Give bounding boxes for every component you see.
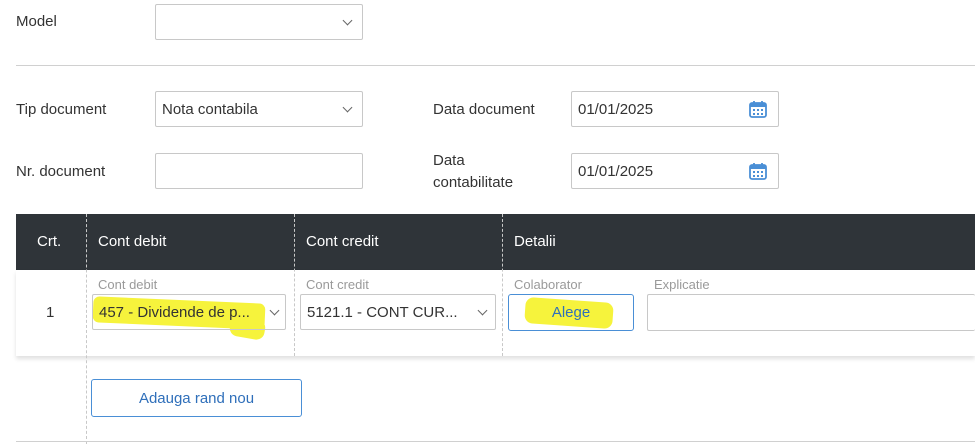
alege-button[interactable]: Alege bbox=[508, 294, 634, 331]
data-document-label: Data document bbox=[433, 101, 535, 118]
column-divider bbox=[294, 214, 295, 356]
column-divider bbox=[502, 214, 503, 356]
explicatie-input[interactable] bbox=[647, 294, 975, 331]
model-select[interactable] bbox=[155, 4, 363, 40]
row-crt: 1 bbox=[46, 304, 55, 321]
colaborator-caption: Colaborator bbox=[514, 277, 582, 292]
chevron-down-icon bbox=[342, 102, 353, 113]
data-document-field[interactable]: 01/01/2025 bbox=[571, 91, 779, 127]
tip-document-select[interactable]: Nota contabila bbox=[155, 91, 363, 127]
cont-credit-value: 5121.1 - CONT CUR... bbox=[307, 304, 458, 321]
data-contabilitate-label-line1: Data bbox=[433, 152, 465, 169]
add-row-button-label: Adauga rand nou bbox=[138, 390, 255, 407]
explicatie-caption: Explicatie bbox=[654, 277, 710, 292]
header-cont-credit: Cont credit bbox=[306, 233, 379, 250]
header-cont-debit: Cont debit bbox=[98, 233, 167, 250]
cont-credit-caption: Cont credit bbox=[306, 277, 369, 292]
data-document-value: 01/01/2025 bbox=[578, 101, 654, 118]
cont-debit-caption: Cont debit bbox=[98, 277, 158, 292]
data-contabilitate-value: 01/01/2025 bbox=[578, 163, 654, 180]
chevron-down-icon bbox=[342, 15, 353, 26]
section-divider bbox=[16, 65, 975, 66]
tip-document-value: Nota contabila bbox=[162, 101, 258, 118]
alege-button-label: Alege bbox=[551, 304, 591, 321]
calendar-icon[interactable] bbox=[749, 100, 767, 118]
cont-debit-value: 457 - Dividende de p... bbox=[99, 304, 250, 321]
header-detalii: Detalii bbox=[514, 233, 556, 250]
data-contabilitate-field[interactable]: 01/01/2025 bbox=[571, 153, 779, 189]
cont-debit-select[interactable]: 457 - Dividende de p... bbox=[92, 294, 286, 330]
chevron-down-icon bbox=[269, 305, 280, 316]
tip-document-label: Tip document bbox=[16, 101, 107, 118]
add-row-button[interactable]: Adauga rand nou bbox=[91, 379, 302, 417]
model-label: Model bbox=[16, 13, 57, 30]
column-divider bbox=[86, 214, 87, 444]
cont-credit-select[interactable]: 5121.1 - CONT CUR... bbox=[300, 294, 496, 330]
nr-document-input[interactable] bbox=[155, 153, 363, 189]
calendar-icon[interactable] bbox=[749, 162, 767, 180]
table-header: Crt. Cont debit Cont credit Detalii bbox=[16, 214, 975, 270]
data-contabilitate-label-line2: contabilitate bbox=[433, 174, 514, 191]
bottom-divider bbox=[16, 441, 975, 442]
nr-document-label: Nr. document bbox=[16, 163, 106, 180]
chevron-down-icon bbox=[477, 305, 488, 316]
header-crt: Crt. bbox=[37, 233, 62, 250]
